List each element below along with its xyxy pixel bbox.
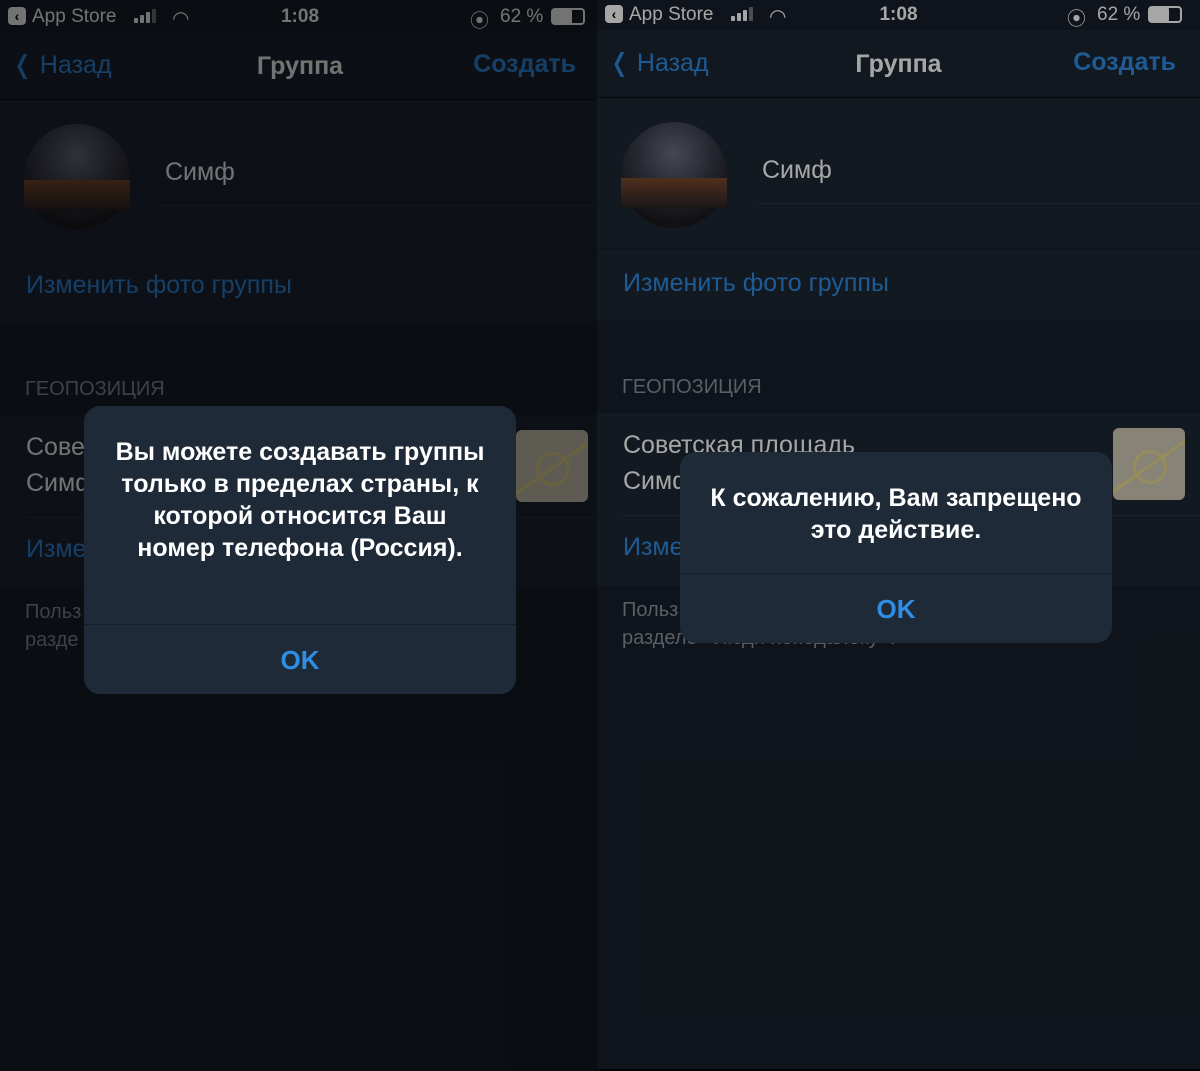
alert-dialog: Вы можете создавать группы только в пред… xyxy=(84,406,516,694)
ok-button[interactable]: OK xyxy=(84,624,516,694)
alert-dialog: К сожалению, Вам запрещено это действие.… xyxy=(680,452,1112,643)
alert-message: К сожалению, Вам запрещено это действие. xyxy=(710,484,1082,544)
alert-message: Вы можете создавать группы только в пред… xyxy=(115,438,485,562)
phone-screen: ‹ App Store ◠ 1:08 ⦿ 62 % ❬ Назад Группа… xyxy=(0,0,600,1071)
phone-screen: ‹ App Store ◠ 1:08 ⦿ 62 % ❬ Назад Группа… xyxy=(597,0,1200,1069)
ok-button[interactable]: OK xyxy=(680,573,1112,643)
